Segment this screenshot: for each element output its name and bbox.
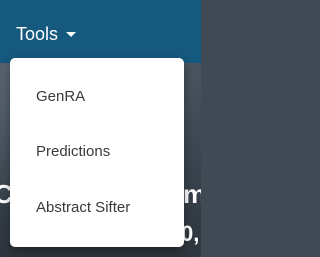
menu-item-label: Predictions — [36, 142, 111, 160]
tools-dropdown-menu: GenRA Predictions Abstract Sifter — [10, 58, 184, 247]
top-navbar: Tools — [0, 0, 201, 63]
menu-item-label: Abstract Sifter — [36, 198, 131, 216]
menu-item-label: GenRA — [36, 87, 86, 105]
tools-label: Tools — [16, 23, 59, 44]
menu-item-predictions[interactable]: Predictions — [10, 134, 184, 168]
menu-item-abstract-sifter[interactable]: Abstract Sifter — [10, 190, 184, 224]
menu-item-genra[interactable]: GenRA — [10, 79, 184, 113]
hero-heading-fragment-right: m — [183, 179, 201, 209]
caret-down-icon — [66, 31, 77, 37]
tools-dropdown-toggle[interactable]: Tools — [16, 20, 77, 48]
